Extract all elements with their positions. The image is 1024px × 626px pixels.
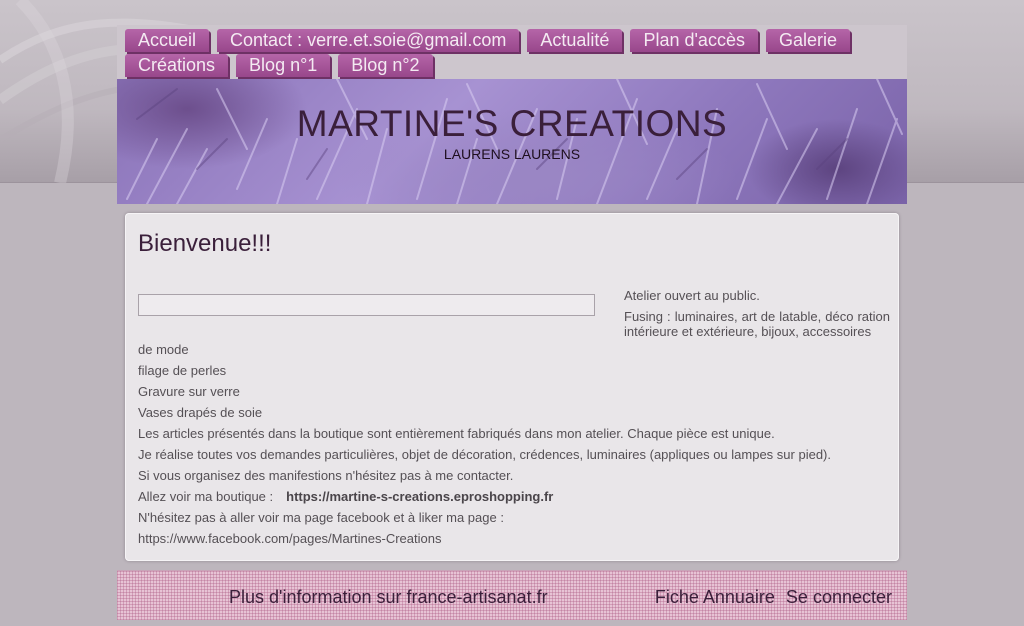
embedded-frame-placeholder [138, 294, 595, 316]
login-link[interactable]: Se connecter [786, 587, 892, 608]
side-text-block: Atelier ouvert au public. Fusing : lumin… [624, 288, 890, 345]
side-text-line: Fusing : luminaires, art de latable, déc… [624, 309, 890, 339]
page-wrapper: Accueil Contact : verre.et.soie@gmail.co… [117, 25, 907, 626]
nav-tab-accueil[interactable]: Accueil [125, 29, 210, 52]
main-content: Bienvenue!!! Atelier ouvert au public. F… [125, 213, 899, 561]
nav-row-1: Accueil Contact : verre.et.soie@gmail.co… [125, 29, 858, 52]
text-line: Si vous organisez des manifestions n'hés… [138, 468, 514, 483]
header-banner: MARTINE'S CREATIONS LAURENS LAURENS [117, 79, 907, 204]
text-line: Gravure sur verre [138, 384, 240, 399]
nav-tab-galerie[interactable]: Galerie [765, 29, 850, 52]
facebook-text: N'hésitez pas à aller voir ma page faceb… [138, 510, 504, 525]
boutique-label: Allez voir ma boutique : [138, 489, 274, 504]
boutique-line: Allez voir ma boutique : https://martine-… [138, 486, 888, 507]
text-line: Je réalise toutes vos demandes particuli… [138, 447, 831, 462]
nav-tab-blog-1[interactable]: Blog n°1 [236, 54, 331, 77]
side-text-line: Atelier ouvert au public. [624, 288, 760, 303]
boutique-link[interactable]: https://martine-s-creations.eproshopping… [286, 489, 553, 504]
nav-tab-contact[interactable]: Contact : verre.et.soie@gmail.com [217, 29, 520, 52]
nav-tab-creations[interactable]: Créations [125, 54, 229, 77]
text-line: filage de perles [138, 363, 227, 378]
text-line: Vases drapés de soie [138, 405, 263, 420]
main-navigation: Accueil Contact : verre.et.soie@gmail.co… [117, 25, 907, 79]
nav-tab-blog-2[interactable]: Blog n°2 [338, 54, 433, 77]
text-line: de mode [138, 342, 189, 357]
text-line: Les articles présentés dans la boutique … [138, 426, 775, 441]
fiche-annuaire-link[interactable]: Fiche Annuaire [655, 587, 775, 608]
content-text: de mode filage de perles Gravure sur ver… [138, 339, 888, 549]
site-title: MARTINE'S CREATIONS [296, 103, 728, 144]
footer: Plus d'information sur france-artisanat.… [117, 570, 907, 620]
footer-info-link[interactable]: Plus d'information sur france-artisanat.… [229, 587, 548, 608]
nav-tab-actualite[interactable]: Actualité [527, 29, 623, 52]
nav-row-2: Créations Blog n°1 Blog n°2 [125, 54, 441, 77]
footer-links: Fiche Annuaire Se connecter [644, 587, 892, 608]
nav-tab-plan-acces[interactable]: Plan d'accès [630, 29, 758, 52]
page-title: Bienvenue!!! [138, 230, 272, 257]
site-subtitle: LAURENS LAURENS [443, 146, 581, 162]
facebook-link[interactable]: https://www.facebook.com/pages/Martines-… [138, 528, 888, 549]
